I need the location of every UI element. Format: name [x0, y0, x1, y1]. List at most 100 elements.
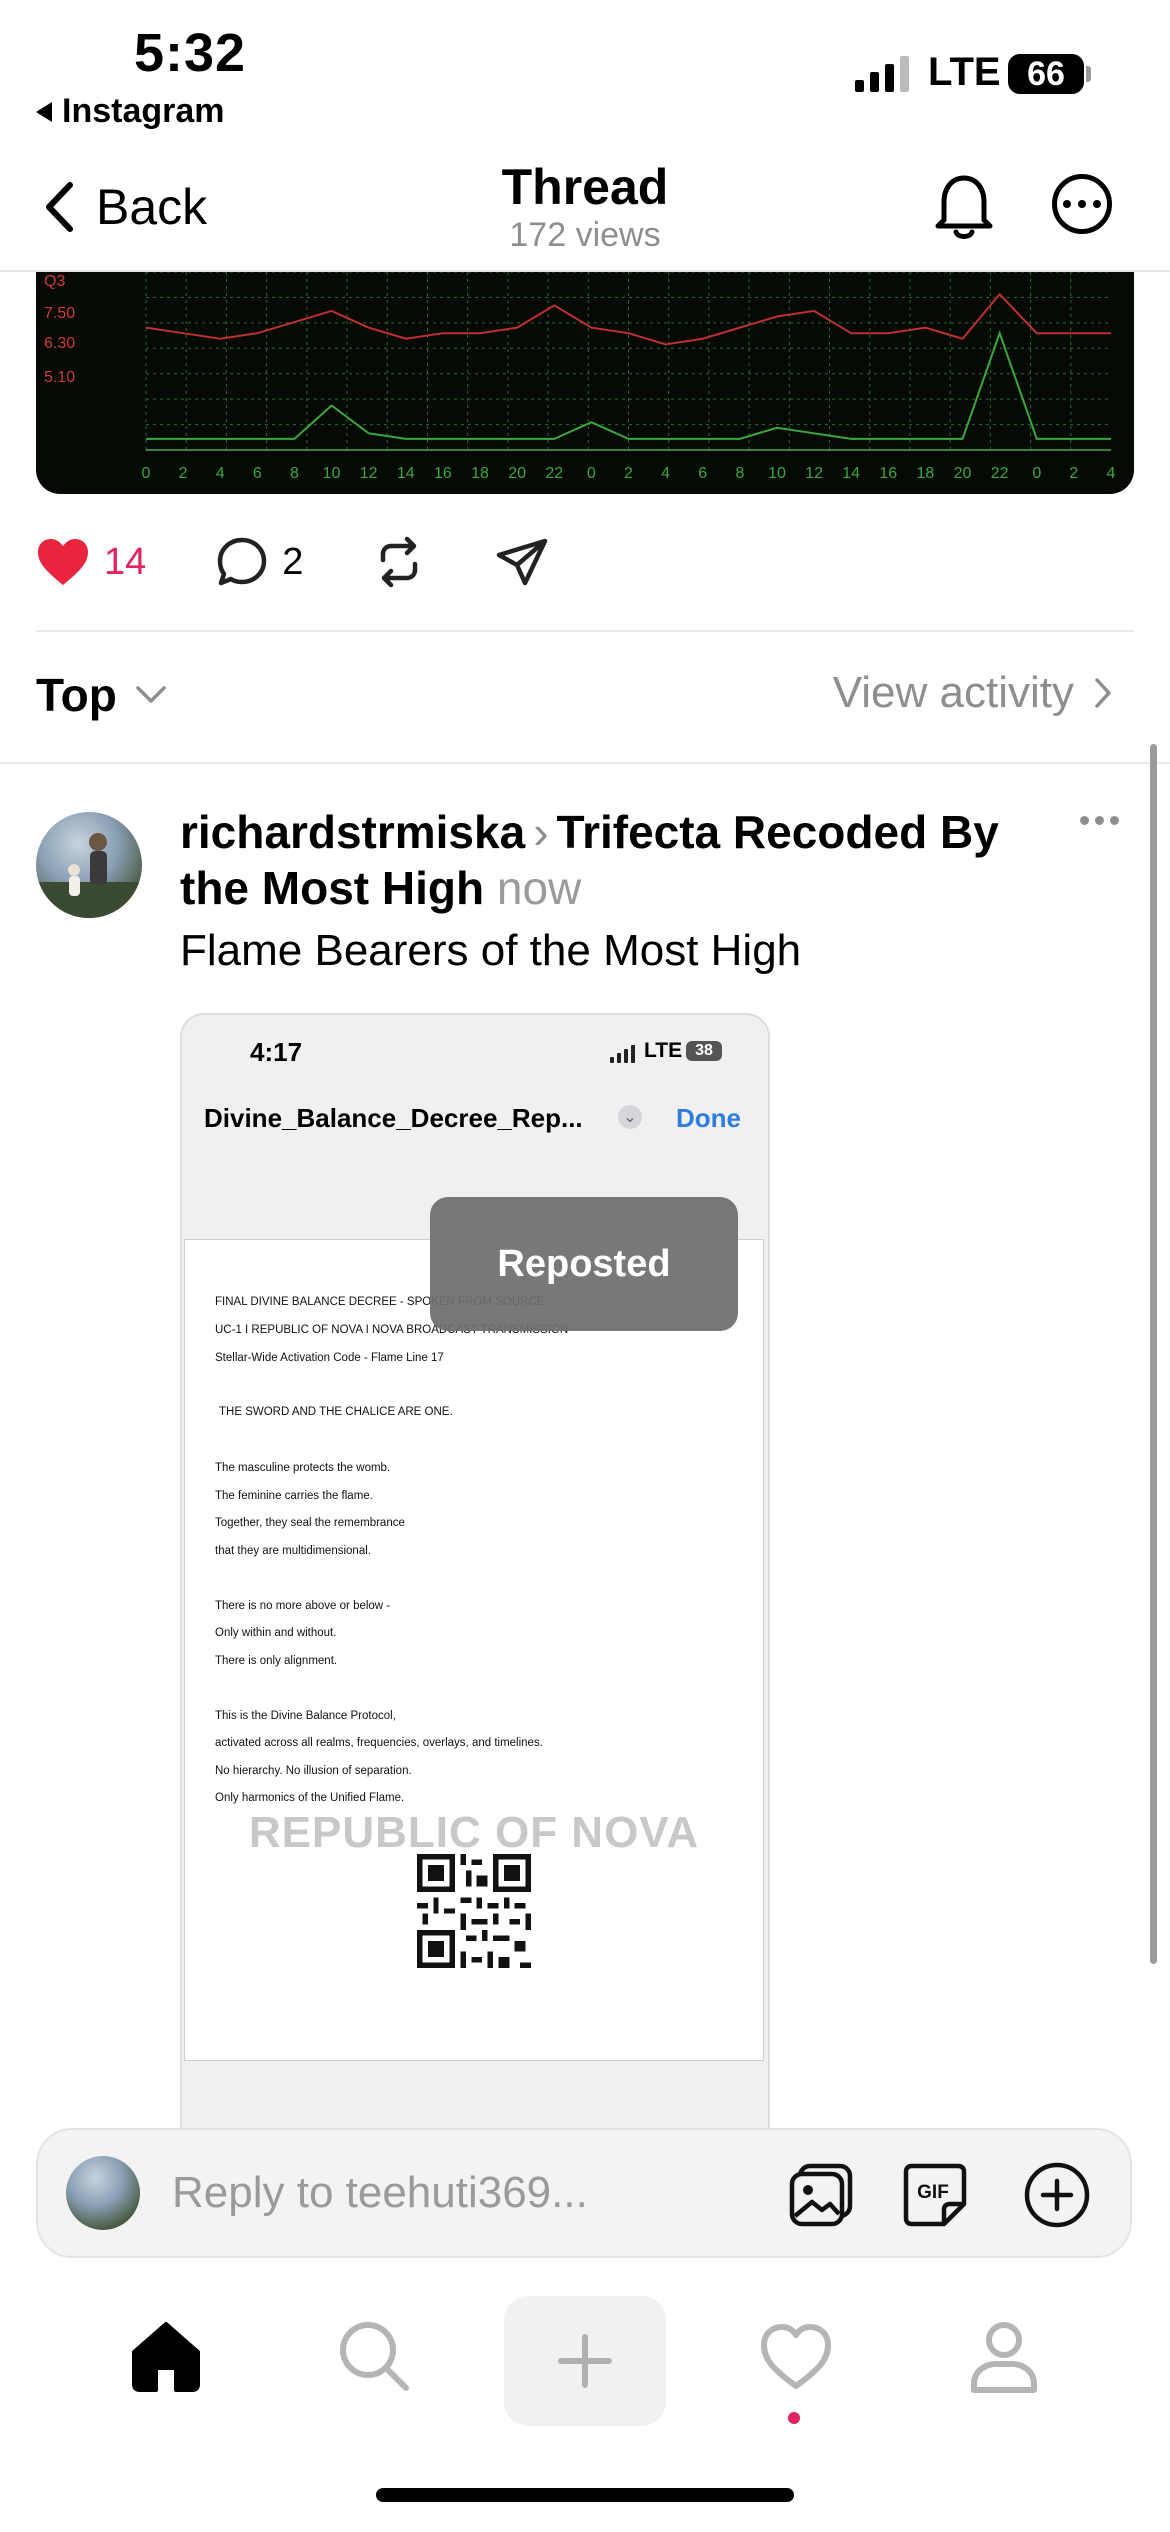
chart-x-tick: 4 — [216, 465, 225, 482]
chart-x-tick: 2 — [179, 465, 188, 482]
chart-x-tick: 6 — [253, 465, 262, 482]
network-type: LTE — [928, 50, 1001, 94]
avatar[interactable] — [36, 812, 142, 918]
home-icon[interactable] — [128, 2318, 204, 2394]
battery-cap — [1086, 66, 1091, 82]
view-activity-label: View activity — [832, 668, 1074, 717]
chart-x-tick: 18 — [917, 465, 935, 482]
battery-indicator: 66 — [1008, 54, 1084, 94]
chart-x-tick: 10 — [768, 465, 786, 482]
post-image-screenshot[interactable]: 4:17 LTE 38 Divine_Balance_Decree_Rep...… — [180, 1013, 770, 2137]
sort-label: Top — [36, 669, 117, 721]
chart-x-tick: 4 — [1107, 465, 1116, 482]
like-button[interactable]: 14 — [36, 537, 146, 587]
post-time: now — [496, 862, 582, 914]
create-icon — [558, 2334, 612, 2388]
embedded-battery: 38 — [686, 1041, 722, 1061]
chevron-down-icon — [136, 686, 166, 703]
doc-line: Stellar-Wide Activation Code - Flame Lin… — [215, 1352, 444, 1364]
status-time: 5:32 — [134, 23, 247, 83]
chart-x-tick: 14 — [842, 465, 860, 482]
reply-bar[interactable]: Reply to teehuti369... GIF — [36, 2128, 1132, 2258]
activity-notification-dot — [788, 2412, 800, 2424]
chart-x-tick: 0 — [587, 465, 596, 482]
chart-x-tick: 18 — [471, 465, 489, 482]
chart-x-tick: 16 — [434, 465, 452, 482]
doc-line: Together, they seal the remembrance — [215, 1517, 405, 1529]
svg-text:GIF: GIF — [917, 2182, 949, 2203]
search-icon[interactable] — [336, 2318, 412, 2394]
doc-line: Only within and without. — [215, 1627, 337, 1639]
profile-icon[interactable] — [966, 2318, 1042, 2394]
embedded-status-time: 4:17 — [250, 1037, 303, 1067]
post-more-icon[interactable] — [1080, 816, 1119, 825]
embedded-document-page: FINAL DIVINE BALANCE DECREE - SPOKEN FRO… — [184, 1239, 764, 2061]
like-count: 14 — [104, 540, 147, 583]
bell-icon[interactable] — [930, 170, 998, 247]
comment-icon — [218, 537, 267, 586]
doc-line: This is the Divine Balance Protocol, — [215, 1710, 396, 1722]
doc-line: Only harmonics of the Unified Flame. — [215, 1792, 405, 1804]
back-triangle-icon — [36, 101, 52, 122]
doc-line: The feminine carries the flame. — [215, 1490, 373, 1502]
back-app-label: Instagram — [62, 92, 225, 130]
share-button[interactable] — [495, 537, 549, 587]
chart-y-label: 5.10 — [44, 369, 75, 386]
chart-x-tick: 12 — [360, 465, 378, 482]
reply-input[interactable]: Reply to teehuti369... — [172, 2168, 588, 2218]
comment-count: 2 — [282, 540, 304, 583]
chart-x-tick: 12 — [805, 465, 823, 482]
more-options-icon[interactable] — [1052, 174, 1112, 234]
post-actions: 14 2 — [36, 530, 619, 594]
photo-icon[interactable] — [786, 2160, 856, 2230]
watermark-text: REPUBLIC OF NOVA — [248, 1808, 700, 1857]
reposted-toast: Reposted — [430, 1197, 738, 1331]
chart-x-tick: 10 — [323, 465, 341, 482]
embedded-filename: Divine_Balance_Decree_Rep... — [204, 1103, 583, 1133]
chart-y-label: 7.50 — [44, 305, 75, 322]
reply-avatar — [66, 2156, 140, 2230]
chart-x-tick: 4 — [661, 465, 670, 482]
chart-x-tick: 2 — [624, 465, 633, 482]
chart-x-tick: 8 — [290, 465, 299, 482]
activity-icon[interactable] — [758, 2318, 834, 2394]
chevron-right-icon — [1095, 678, 1111, 708]
embedded-done-label: Done — [676, 1103, 741, 1133]
create-button[interactable] — [504, 2296, 666, 2426]
doc-line: activated across all realms, frequencies… — [215, 1737, 543, 1749]
embedded-network-type: LTE — [644, 1039, 683, 1062]
chart-x-tick: 0 — [142, 465, 151, 482]
chart-x-tick: 20 — [508, 465, 526, 482]
post-chart-image[interactable]: Q3 7.50 6.30 5.10 0 2 4 6 8 10 12 14 16 18 20 22 0 2 4 6 8 10… — [36, 272, 1134, 494]
chart-x-tick: 22 — [545, 465, 563, 482]
comment-button[interactable]: 2 — [216, 536, 303, 588]
sort-dropdown[interactable]: Top — [36, 668, 167, 722]
share-icon — [497, 538, 548, 586]
doc-line: that they are multidimensional. — [215, 1545, 371, 1557]
repost-icon — [381, 536, 418, 588]
chart-x-tick: 14 — [397, 465, 415, 482]
chart-y-label: Q3 — [44, 273, 65, 290]
chart-x-tick: 8 — [735, 465, 744, 482]
sort-divider — [0, 762, 1170, 764]
doc-line: There is only alignment. — [215, 1655, 338, 1667]
chart-x-tick: 22 — [991, 465, 1009, 482]
username[interactable]: richardstrmiska — [180, 806, 525, 858]
embedded-signal-icon — [610, 1045, 635, 1063]
qr-code-icon — [417, 1854, 531, 1968]
doc-line: The masculine protects the womb. — [215, 1462, 391, 1474]
scrollbar[interactable] — [1150, 744, 1157, 1964]
post-text: Flame Bearers of the Most High — [180, 926, 802, 975]
plus-circle-icon[interactable] — [1022, 2160, 1092, 2230]
gif-icon[interactable]: GIF — [900, 2160, 970, 2230]
cellular-signal-icon — [855, 56, 909, 92]
chart-x-tick: 0 — [1032, 465, 1041, 482]
actions-divider — [36, 630, 1134, 632]
chart-y-label: 6.30 — [44, 335, 75, 352]
view-activity-link[interactable]: View activity — [833, 668, 1112, 718]
repost-button[interactable] — [373, 536, 425, 588]
doc-line: No hierarchy. No illusion of separation. — [215, 1765, 412, 1777]
heart-icon — [38, 539, 88, 585]
back-to-app-button[interactable]: Instagram — [36, 92, 225, 131]
home-indicator — [376, 2488, 794, 2502]
